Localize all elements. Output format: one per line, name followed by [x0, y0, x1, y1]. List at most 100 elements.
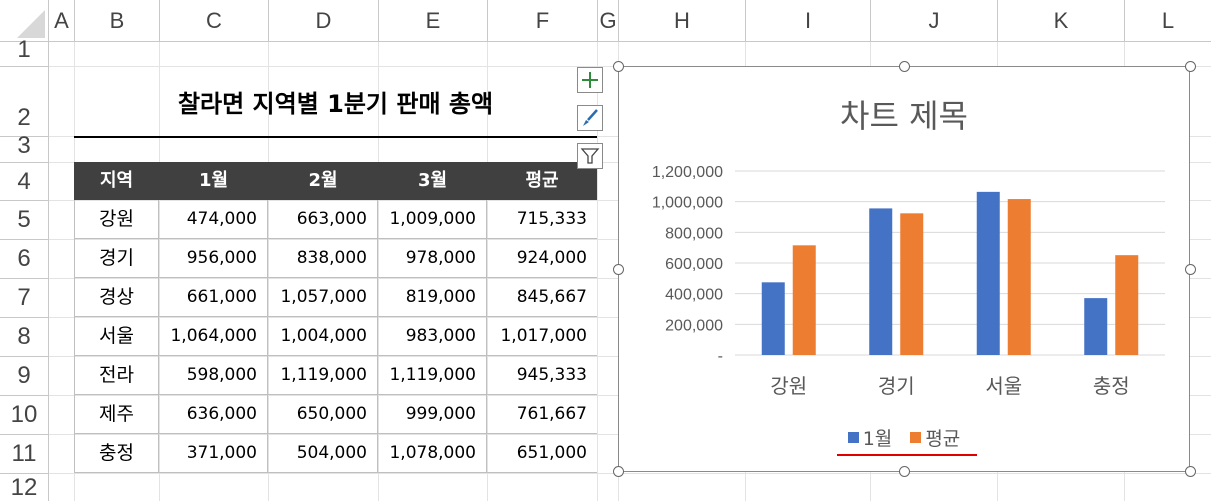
row-header-1[interactable]: 1 — [0, 38, 49, 67]
legend-label-average: 평균 — [925, 428, 961, 450]
row-header-6[interactable]: 6 — [0, 240, 49, 279]
value-cell[interactable]: 1,119,000 — [378, 356, 487, 395]
region-cell[interactable]: 경기 — [74, 239, 159, 278]
chart-elements-button[interactable] — [577, 67, 603, 93]
filter-icon — [580, 148, 600, 164]
value-cell[interactable]: 761,667 — [487, 395, 597, 434]
header-cell-region[interactable]: 지역 — [74, 162, 159, 200]
header-cell-feb[interactable]: 2월 — [268, 162, 378, 200]
legend-item-average[interactable]: 평균 — [910, 424, 960, 451]
value-cell[interactable]: 650,000 — [268, 395, 378, 434]
region-cell[interactable]: 경상 — [74, 278, 159, 317]
spell-check-underline — [837, 454, 977, 456]
header-cell-mar[interactable]: 3월 — [378, 162, 487, 200]
value-cell[interactable]: 661,000 — [159, 278, 268, 317]
table-header-row: 지역 1월 2월 3월 평균 — [74, 162, 597, 200]
value-cell[interactable]: 978,000 — [378, 239, 487, 278]
chart-plot-area[interactable]: - 200,000 400,000 600,000 800,000 1,000,000 1,… — [619, 67, 1189, 471]
header-cell-jan[interactable]: 1월 — [159, 162, 268, 200]
value-cell[interactable]: 819,000 — [378, 278, 487, 317]
value-cell[interactable]: 636,000 — [159, 395, 268, 434]
value-cell[interactable]: 1,009,000 — [378, 200, 487, 239]
column-header-a[interactable]: A — [49, 0, 75, 41]
bar-average-3[interactable] — [1115, 255, 1139, 355]
resize-handle-top-left[interactable] — [613, 61, 624, 72]
resize-handle-bottom-right[interactable] — [1185, 466, 1196, 477]
value-cell[interactable]: 715,333 — [487, 200, 597, 239]
legend-item-jan[interactable]: 1월 — [847, 424, 893, 451]
resize-handle-top-right[interactable] — [1185, 61, 1196, 72]
column-header-d[interactable]: D — [269, 0, 379, 41]
bar-chart[interactable]: 차트 제목 -200,000 400,000 600,000 800,000 1,000… — [618, 66, 1190, 472]
x-tick-label: 경기 — [878, 374, 915, 398]
value-cell[interactable]: 924,000 — [487, 239, 597, 278]
column-header-c[interactable]: C — [160, 0, 269, 41]
row-header-3[interactable]: 3 — [0, 134, 49, 163]
resize-handle-top[interactable] — [899, 61, 910, 72]
region-cell[interactable]: 충정 — [74, 434, 159, 473]
chart-styles-button[interactable] — [577, 105, 603, 131]
value-cell[interactable]: 1,119,000 — [268, 356, 378, 395]
region-cell[interactable]: 전라 — [74, 356, 159, 395]
value-cell[interactable]: 983,000 — [378, 317, 487, 356]
chart-filters-button[interactable] — [577, 143, 603, 169]
value-cell[interactable]: 1,057,000 — [268, 278, 378, 317]
region-cell[interactable]: 서울 — [74, 317, 159, 356]
region-cell[interactable]: 제주 — [74, 395, 159, 434]
column-header-k[interactable]: K — [998, 0, 1125, 41]
select-all-corner[interactable] — [0, 0, 49, 41]
value-cell[interactable]: 956,000 — [159, 239, 268, 278]
column-header-f[interactable]: F — [488, 0, 598, 41]
value-cell[interactable]: 845,667 — [487, 278, 597, 317]
column-header-b[interactable]: B — [75, 0, 160, 41]
value-cell[interactable]: 999,000 — [378, 395, 487, 434]
bar-average-2[interactable] — [1007, 199, 1031, 355]
row-header-11[interactable]: 11 — [0, 435, 49, 474]
x-tick-label: 서울 — [985, 374, 1022, 398]
row-header-10[interactable]: 10 — [0, 396, 49, 435]
column-header-h[interactable]: H — [619, 0, 746, 41]
column-header-l[interactable]: L — [1125, 0, 1211, 41]
value-cell[interactable]: 945,333 — [487, 356, 597, 395]
y-tick-label: 1,000,000 — [652, 195, 723, 212]
row-header-9[interactable]: 9 — [0, 357, 49, 396]
y-tick-label: 1,200,000 — [652, 164, 723, 181]
bar-jan-2[interactable] — [976, 191, 1000, 355]
value-cell[interactable]: 504,000 — [268, 434, 378, 473]
value-cell[interactable]: 1,064,000 — [159, 317, 268, 356]
value-cell[interactable]: 598,000 — [159, 356, 268, 395]
value-cell[interactable]: 1,004,000 — [268, 317, 378, 356]
row-header-12[interactable]: 12 — [0, 474, 49, 501]
row-header-2[interactable]: 2 — [0, 67, 49, 137]
value-cell[interactable]: 651,000 — [487, 434, 597, 473]
legend-swatch-average — [910, 432, 922, 443]
legend-label-jan: 1월 — [862, 428, 893, 450]
table-title[interactable]: 찰라면 지역별 1분기 판매 총액 — [74, 82, 597, 138]
column-header-e[interactable]: E — [379, 0, 488, 41]
value-cell[interactable]: 371,000 — [159, 434, 268, 473]
resize-handle-left[interactable] — [613, 264, 624, 275]
value-cell[interactable]: 474,000 — [159, 200, 268, 239]
row-header-7[interactable]: 7 — [0, 279, 49, 318]
bar-average-1[interactable] — [900, 213, 924, 355]
column-header-j[interactable]: J — [871, 0, 998, 41]
brush-icon — [583, 109, 598, 126]
bar-jan-0[interactable] — [761, 282, 785, 355]
resize-handle-bottom[interactable] — [899, 466, 910, 477]
resize-handle-bottom-left[interactable] — [613, 466, 624, 477]
value-cell[interactable]: 838,000 — [268, 239, 378, 278]
row-header-8[interactable]: 8 — [0, 318, 49, 357]
value-cell[interactable]: 1,017,000 — [487, 317, 597, 356]
bar-jan-3[interactable] — [1084, 298, 1108, 355]
value-cell[interactable]: 663,000 — [268, 200, 378, 239]
chart-legend[interactable]: 1월 평균 — [619, 424, 1189, 451]
row-header-5[interactable]: 5 — [0, 201, 49, 240]
value-cell[interactable]: 1,078,000 — [378, 434, 487, 473]
column-header-i[interactable]: I — [746, 0, 871, 41]
bar-average-0[interactable] — [792, 245, 816, 355]
bar-jan-1[interactable] — [869, 208, 893, 355]
column-header-g[interactable]: G — [598, 0, 619, 41]
row-header-4[interactable]: 4 — [0, 163, 49, 201]
resize-handle-right[interactable] — [1185, 264, 1196, 275]
region-cell[interactable]: 강원 — [74, 200, 159, 239]
